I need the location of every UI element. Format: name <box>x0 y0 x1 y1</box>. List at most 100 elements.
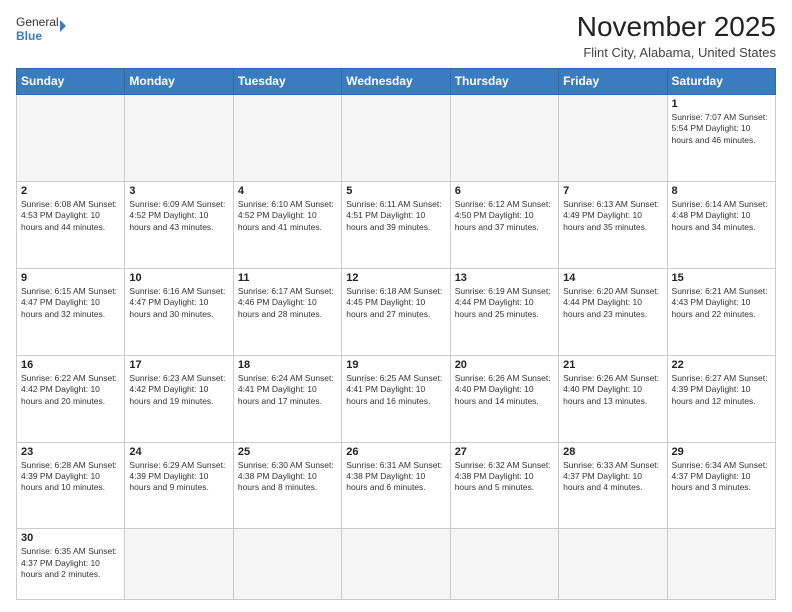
calendar-cell: 11 Sunrise: 6:17 AM Sunset: 4:46 PM Dayli… <box>233 268 341 355</box>
calendar-cell <box>17 94 125 181</box>
calendar-cell: 10 Sunrise: 6:16 AM Sunset: 4:47 PM Dayli… <box>125 268 233 355</box>
title-location: Flint City, Alabama, United States <box>577 45 776 60</box>
calendar-cell: 27 Sunrise: 6:32 AM Sunset: 4:38 PM Dayli… <box>450 442 558 529</box>
calendar-cell: 16 Sunrise: 6:22 AM Sunset: 4:42 PM Dayli… <box>17 355 125 442</box>
day-number: 18 <box>238 359 337 371</box>
calendar-cell: 26Sunrise: 6:31 AM Sunset: 4:38 PM Dayli… <box>342 442 450 529</box>
calendar-cell: 17 Sunrise: 6:23 AM Sunset: 4:42 PM Dayli… <box>125 355 233 442</box>
day-number: 4 <box>238 185 337 197</box>
day-info: Sunrise: 6:29 AM Sunset: 4:39 PM Dayligh… <box>129 460 228 494</box>
day-info: Sunrise: 6:30 AM Sunset: 4:38 PM Dayligh… <box>238 460 337 494</box>
day-number: 3 <box>129 185 228 197</box>
day-number: 17 <box>129 359 228 371</box>
day-number: 13 <box>455 272 554 284</box>
weekday-header-row: SundayMondayTuesdayWednesdayThursdayFrid… <box>17 68 776 94</box>
calendar-cell: 21 Sunrise: 6:26 AM Sunset: 4:40 PM Dayli… <box>559 355 667 442</box>
day-info: Sunrise: 6:28 AM Sunset: 4:39 PM Dayligh… <box>21 460 120 494</box>
day-number: 26 <box>346 446 445 458</box>
day-info: Sunrise: 6:16 AM Sunset: 4:47 PM Dayligh… <box>129 286 228 320</box>
day-number: 6 <box>455 185 554 197</box>
day-number: 25 <box>238 446 337 458</box>
calendar-cell: 9 Sunrise: 6:15 AM Sunset: 4:47 PM Daylig… <box>17 268 125 355</box>
day-number: 7 <box>563 185 662 197</box>
day-number: 1 <box>672 98 771 110</box>
calendar-cell <box>667 529 775 600</box>
calendar-cell: 23 Sunrise: 6:28 AM Sunset: 4:39 PM Dayli… <box>17 442 125 529</box>
day-number: 16 <box>21 359 120 371</box>
calendar-cell: 20 Sunrise: 6:26 AM Sunset: 4:40 PM Dayli… <box>450 355 558 442</box>
day-number: 29 <box>672 446 771 458</box>
calendar-cell <box>342 94 450 181</box>
day-info: Sunrise: 6:10 AM Sunset: 4:52 PM Dayligh… <box>238 199 337 233</box>
day-info: Sunrise: 6:11 AM Sunset: 4:51 PM Dayligh… <box>346 199 445 233</box>
day-number: 10 <box>129 272 228 284</box>
day-info: Sunrise: 6:25 AM Sunset: 4:41 PM Dayligh… <box>346 373 445 407</box>
weekday-header-monday: Monday <box>125 68 233 94</box>
day-number: 12 <box>346 272 445 284</box>
weekday-header-saturday: Saturday <box>667 68 775 94</box>
calendar-cell: 2Sunrise: 6:08 AM Sunset: 4:53 PM Daylig… <box>17 181 125 268</box>
calendar-cell <box>125 529 233 600</box>
calendar-cell: 24 Sunrise: 6:29 AM Sunset: 4:39 PM Dayli… <box>125 442 233 529</box>
day-info: Sunrise: 6:24 AM Sunset: 4:41 PM Dayligh… <box>238 373 337 407</box>
calendar-cell: 30 Sunrise: 6:35 AM Sunset: 4:37 PM Dayli… <box>17 529 125 600</box>
day-info: Sunrise: 6:21 AM Sunset: 4:43 PM Dayligh… <box>672 286 771 320</box>
calendar-cell: 15Sunrise: 6:21 AM Sunset: 4:43 PM Dayli… <box>667 268 775 355</box>
calendar-cell: 6 Sunrise: 6:12 AM Sunset: 4:50 PM Daylig… <box>450 181 558 268</box>
calendar-cell: 29Sunrise: 6:34 AM Sunset: 4:37 PM Dayli… <box>667 442 775 529</box>
calendar-cell: 4 Sunrise: 6:10 AM Sunset: 4:52 PM Daylig… <box>233 181 341 268</box>
day-number: 5 <box>346 185 445 197</box>
day-info: Sunrise: 6:22 AM Sunset: 4:42 PM Dayligh… <box>21 373 120 407</box>
day-number: 23 <box>21 446 120 458</box>
day-info: Sunrise: 6:33 AM Sunset: 4:37 PM Dayligh… <box>563 460 662 494</box>
day-info: Sunrise: 6:26 AM Sunset: 4:40 PM Dayligh… <box>455 373 554 407</box>
day-info: Sunrise: 6:18 AM Sunset: 4:45 PM Dayligh… <box>346 286 445 320</box>
day-number: 11 <box>238 272 337 284</box>
calendar-week-row: 2Sunrise: 6:08 AM Sunset: 4:53 PM Daylig… <box>17 181 776 268</box>
day-info: Sunrise: 6:12 AM Sunset: 4:50 PM Dayligh… <box>455 199 554 233</box>
day-info: Sunrise: 6:19 AM Sunset: 4:44 PM Dayligh… <box>455 286 554 320</box>
calendar-week-row: 9 Sunrise: 6:15 AM Sunset: 4:47 PM Daylig… <box>17 268 776 355</box>
day-number: 24 <box>129 446 228 458</box>
day-number: 14 <box>563 272 662 284</box>
day-info: Sunrise: 6:32 AM Sunset: 4:38 PM Dayligh… <box>455 460 554 494</box>
day-number: 27 <box>455 446 554 458</box>
calendar-week-row: 30 Sunrise: 6:35 AM Sunset: 4:37 PM Dayli… <box>17 529 776 600</box>
calendar-cell <box>233 94 341 181</box>
day-number: 28 <box>563 446 662 458</box>
calendar-cell <box>125 94 233 181</box>
day-info: Sunrise: 6:23 AM Sunset: 4:42 PM Dayligh… <box>129 373 228 407</box>
day-number: 22 <box>672 359 771 371</box>
calendar-cell: 19 Sunrise: 6:25 AM Sunset: 4:41 PM Dayli… <box>342 355 450 442</box>
day-info: Sunrise: 6:27 AM Sunset: 4:39 PM Dayligh… <box>672 373 771 407</box>
day-number: 21 <box>563 359 662 371</box>
logo: General Blue <box>16 12 66 48</box>
calendar-cell <box>233 529 341 600</box>
day-number: 19 <box>346 359 445 371</box>
day-number: 20 <box>455 359 554 371</box>
calendar-week-row: 1Sunrise: 7:07 AM Sunset: 5:54 PM Daylig… <box>17 94 776 181</box>
day-info: Sunrise: 6:14 AM Sunset: 4:48 PM Dayligh… <box>672 199 771 233</box>
weekday-header-friday: Friday <box>559 68 667 94</box>
weekday-header-tuesday: Tuesday <box>233 68 341 94</box>
day-number: 9 <box>21 272 120 284</box>
calendar-cell <box>559 529 667 600</box>
day-info: Sunrise: 6:15 AM Sunset: 4:47 PM Dayligh… <box>21 286 120 320</box>
page: General Blue November 2025 Flint City, A… <box>0 0 792 612</box>
day-info: Sunrise: 6:17 AM Sunset: 4:46 PM Dayligh… <box>238 286 337 320</box>
calendar-cell <box>559 94 667 181</box>
weekday-header-sunday: Sunday <box>17 68 125 94</box>
day-info: Sunrise: 6:35 AM Sunset: 4:37 PM Dayligh… <box>21 546 120 580</box>
calendar-cell: 8Sunrise: 6:14 AM Sunset: 4:48 PM Daylig… <box>667 181 775 268</box>
day-info: Sunrise: 6:13 AM Sunset: 4:49 PM Dayligh… <box>563 199 662 233</box>
title-month: November 2025 <box>577 12 776 43</box>
calendar-cell: 12 Sunrise: 6:18 AM Sunset: 4:45 PM Dayli… <box>342 268 450 355</box>
day-number: 2 <box>21 185 120 197</box>
day-info: Sunrise: 6:26 AM Sunset: 4:40 PM Dayligh… <box>563 373 662 407</box>
day-info: Sunrise: 6:20 AM Sunset: 4:44 PM Dayligh… <box>563 286 662 320</box>
calendar-cell: 1Sunrise: 7:07 AM Sunset: 5:54 PM Daylig… <box>667 94 775 181</box>
calendar-cell: 14 Sunrise: 6:20 AM Sunset: 4:44 PM Dayli… <box>559 268 667 355</box>
calendar-cell: 22 Sunrise: 6:27 AM Sunset: 4:39 PM Dayli… <box>667 355 775 442</box>
day-number: 30 <box>21 532 120 544</box>
header: General Blue November 2025 Flint City, A… <box>16 12 776 60</box>
